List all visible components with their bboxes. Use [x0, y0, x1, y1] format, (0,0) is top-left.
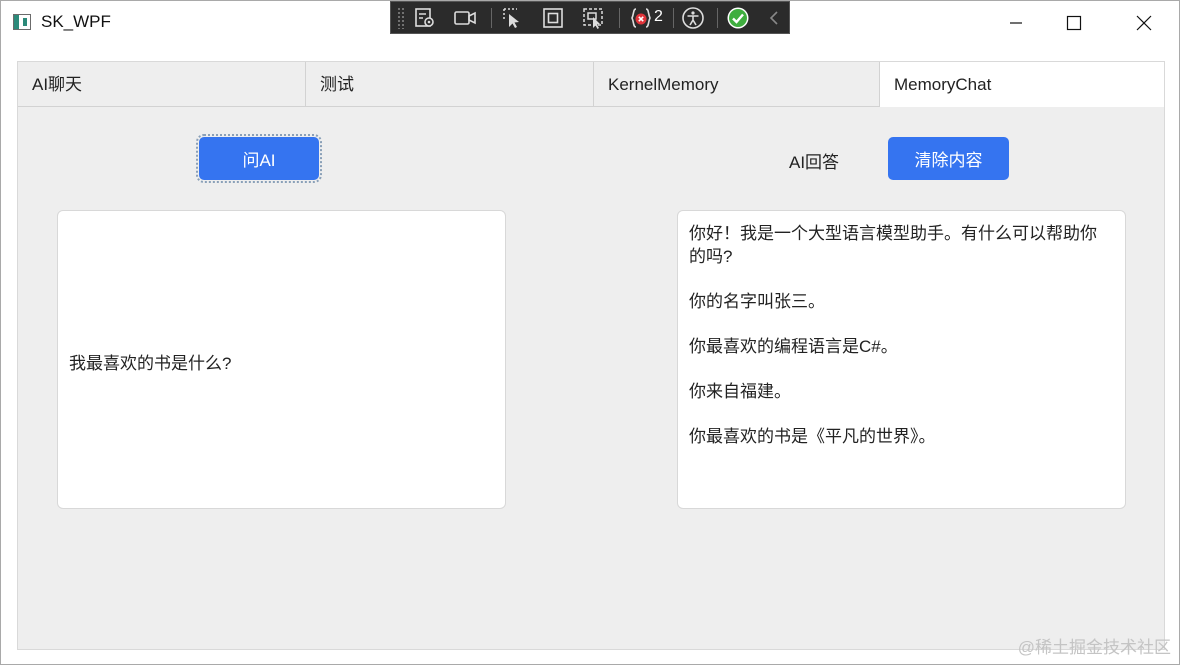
tab-kernel-memory[interactable]: KernelMemory: [594, 62, 880, 107]
xaml-debug-toolbar: 2: [390, 1, 790, 34]
tab-ai-chat[interactable]: AI聊天: [18, 62, 306, 107]
maximize-icon: [1066, 15, 1082, 31]
question-input[interactable]: 我最喜欢的书是什么?: [57, 210, 506, 509]
toolbar-separator: [717, 8, 718, 28]
binding-errors-icon[interactable]: [629, 6, 653, 30]
toolbar-separator: [619, 8, 620, 28]
hot-reload-ok-icon[interactable]: [726, 6, 750, 30]
toolbar-grip-icon[interactable]: [397, 7, 405, 29]
tab-strip: AI聊天 测试 KernelMemory MemoryChat: [17, 61, 1165, 107]
toolbar-separator: [673, 8, 674, 28]
title-bar: SK_WPF 2: [1, 1, 1179, 45]
accessibility-icon[interactable]: [681, 6, 705, 30]
ai-answer-label: AI回答: [789, 153, 840, 172]
minimize-icon: [1010, 22, 1022, 24]
toolbar-separator: [491, 8, 492, 28]
watermark: @稀土掘金技术社区: [1017, 638, 1171, 657]
video-icon[interactable]: [453, 6, 477, 30]
answer-paragraph: 你最喜欢的编程语言是C#。: [689, 337, 898, 356]
maximize-button[interactable]: [1045, 1, 1103, 45]
answer-text: 你好！我是一个大型语言模型助手。有什么可以帮助你的吗? 你的名字叫张三。 你最喜…: [689, 222, 1113, 470]
window-title: SK_WPF: [41, 12, 111, 31]
close-icon: [1136, 15, 1152, 31]
answer-output[interactable]: 你好！我是一个大型语言模型助手。有什么可以帮助你的吗? 你的名字叫张三。 你最喜…: [677, 210, 1126, 509]
answer-paragraph: 你的名字叫张三。: [689, 292, 825, 311]
tab-memory-chat[interactable]: MemoryChat: [880, 62, 1164, 107]
close-button[interactable]: [1115, 1, 1173, 45]
clear-content-button[interactable]: 清除内容: [888, 137, 1009, 180]
display-layout-icon[interactable]: [541, 6, 565, 30]
live-visual-tree-icon[interactable]: [413, 6, 437, 30]
question-text: 我最喜欢的书是什么?: [69, 354, 232, 373]
answer-paragraph: 你来自福建。: [689, 382, 791, 401]
select-element-icon[interactable]: [501, 6, 525, 30]
answer-paragraph: 你最喜欢的书是《平凡的世界》。: [689, 427, 936, 446]
collapse-chevron-icon[interactable]: [763, 6, 787, 30]
tab-test[interactable]: 测试: [306, 62, 594, 107]
binding-error-count: 2: [654, 8, 663, 25]
app-icon: [13, 14, 31, 30]
track-focus-icon[interactable]: [581, 6, 605, 30]
ask-ai-button[interactable]: 问AI: [196, 134, 322, 183]
answer-paragraph: 你好！我是一个大型语言模型助手。有什么可以帮助你的吗?: [689, 224, 1097, 266]
app-window: SK_WPF 2 AI聊天 测试 KernelMemory MemoryChat…: [0, 0, 1180, 665]
minimize-button[interactable]: [987, 1, 1045, 45]
memory-chat-panel: 问AI 我最喜欢的书是什么? AI回答 清除内容 你好！我是一个大型语言模型助手…: [17, 107, 1165, 650]
